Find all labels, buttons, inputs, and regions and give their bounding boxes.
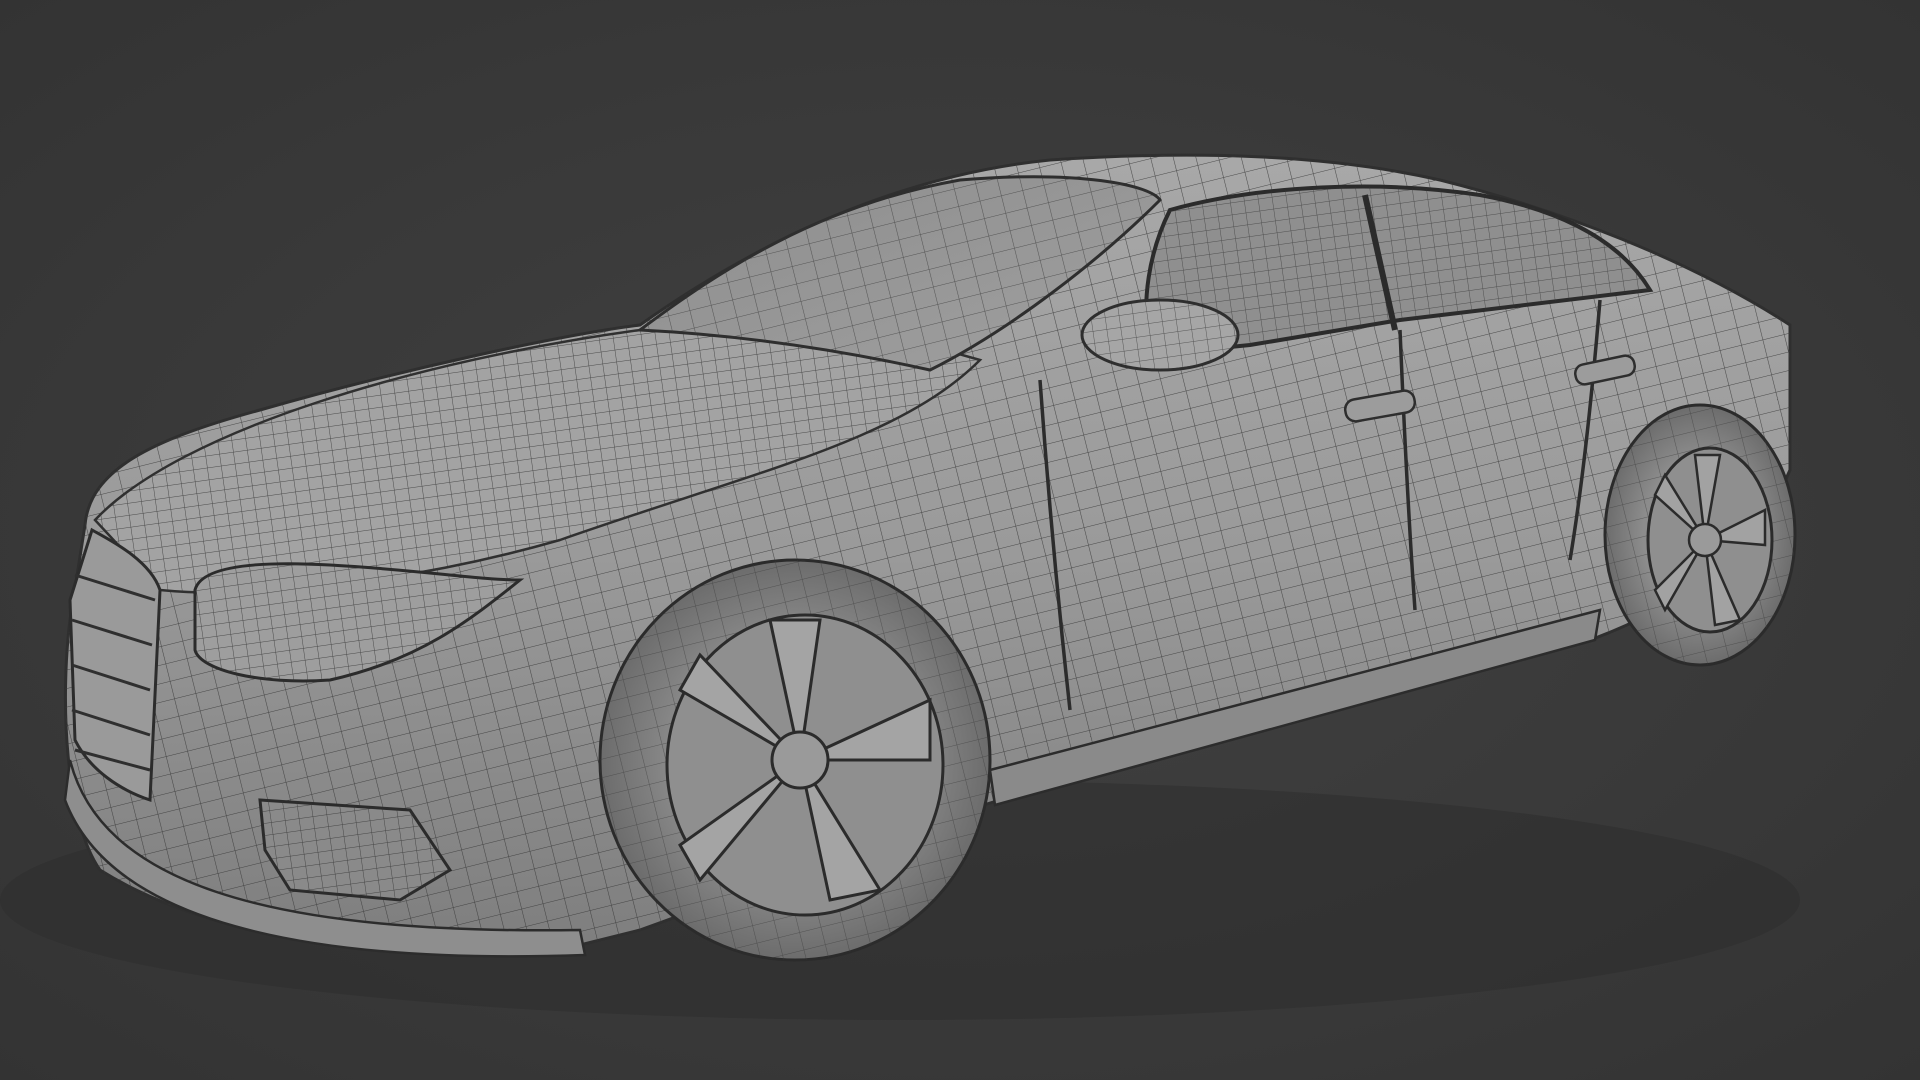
front-wheel [598,558,992,962]
side-mirror [1080,298,1240,372]
car-wireframe-render [0,153,1800,1020]
3d-viewport[interactable] [0,0,1920,1080]
rear-wheel [1603,403,1797,667]
